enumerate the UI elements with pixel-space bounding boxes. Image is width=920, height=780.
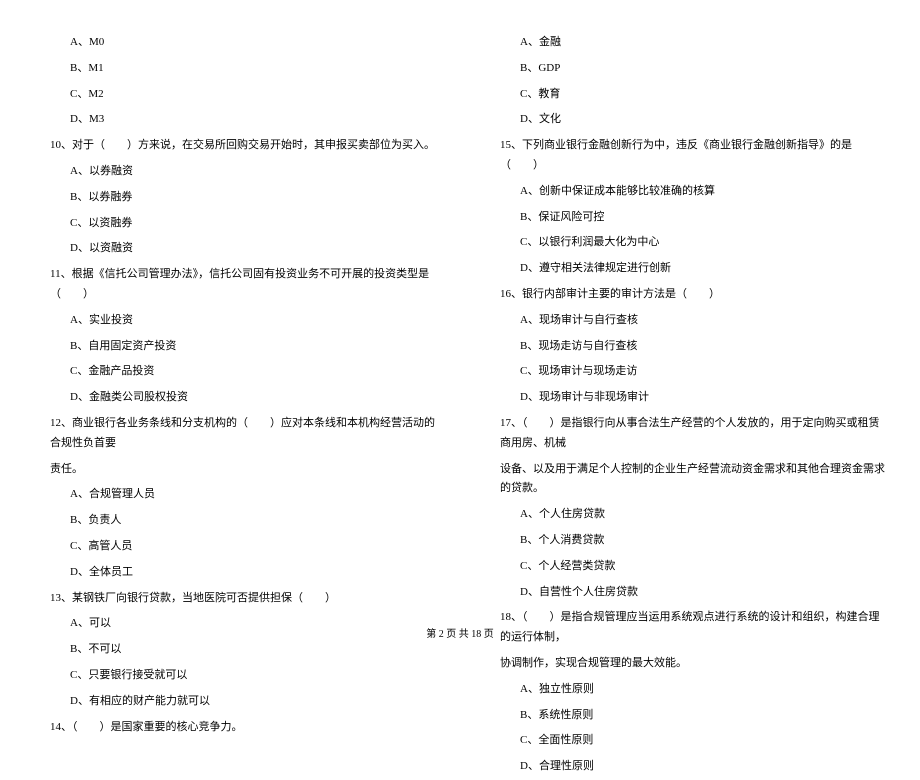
q18-option-d: D、合理性原则 [500, 754, 890, 780]
q16-option-d: D、现场审计与非现场审计 [500, 385, 890, 411]
q12-option-d: D、全体员工 [50, 560, 440, 586]
q18-text-cont: 协调制作，实现合规管理的最大效能。 [500, 651, 890, 677]
q17-text-cont: 设备、以及用于满足个人控制的企业生产经营流动资金需求和其他合理资金需求的贷款。 [500, 457, 890, 503]
q13-text: 13、某钢铁厂向银行贷款，当地医院可否提供担保（ ） [50, 586, 440, 612]
q12-option-b: B、负责人 [50, 508, 440, 534]
q11-text: 11、根据《信托公司管理办法》，信托公司固有投资业务不可开展的投资类型是（ ） [50, 262, 440, 308]
q9-option-a: A、M0 [50, 30, 440, 56]
q18-option-c: C、全面性原则 [500, 728, 890, 754]
q13-option-c: C、只要银行接受就可以 [50, 663, 440, 689]
q11-option-d: D、金融类公司股权投资 [50, 385, 440, 411]
q13-option-d: D、有相应的财产能力就可以 [50, 689, 440, 715]
q16-option-c: C、现场审计与现场走访 [500, 359, 890, 385]
q11-option-c: C、金融产品投资 [50, 359, 440, 385]
q17-option-b: B、个人消费贷款 [500, 528, 890, 554]
q13-option-b: B、不可以 [50, 637, 440, 663]
q15-option-d: D、遵守相关法律规定进行创新 [500, 256, 890, 282]
q12-option-a: A、合规管理人员 [50, 482, 440, 508]
page-container: A、M0 B、M1 C、M2 D、M3 10、对于（ ）方来说，在交易所回购交易… [0, 0, 920, 650]
q11-option-a: A、实业投资 [50, 308, 440, 334]
q18-option-a: A、独立性原则 [500, 677, 890, 703]
q14-option-b: B、GDP [500, 56, 890, 82]
right-column: A、金融 B、GDP C、教育 D、文化 15、下列商业银行金融创新行为中，违反… [470, 30, 920, 620]
q9-option-c: C、M2 [50, 82, 440, 108]
q15-text: 15、下列商业银行金融创新行为中，违反《商业银行金融创新指导》的是（ ） [500, 133, 890, 179]
q15-option-c: C、以银行利润最大化为中心 [500, 230, 890, 256]
q17-option-d: D、自营性个人住房贷款 [500, 580, 890, 606]
q10-option-d: D、以资融资 [50, 236, 440, 262]
q17-text: 17、（ ）是指银行向从事合法生产经营的个人发放的，用于定向购买或租赁商用房、机… [500, 411, 890, 457]
q11-option-b: B、自用固定资产投资 [50, 334, 440, 360]
q9-option-b: B、M1 [50, 56, 440, 82]
q9-option-d: D、M3 [50, 107, 440, 133]
q17-option-c: C、个人经营类贷款 [500, 554, 890, 580]
q14-text: 14、（ ）是国家重要的核心竞争力。 [50, 715, 440, 741]
q16-option-b: B、现场走访与自行查核 [500, 334, 890, 360]
left-column: A、M0 B、M1 C、M2 D、M3 10、对于（ ）方来说，在交易所回购交易… [0, 30, 470, 620]
q10-option-a: A、以券融资 [50, 159, 440, 185]
page-footer: 第 2 页 共 18 页 [0, 625, 920, 640]
q14-option-a: A、金融 [500, 30, 890, 56]
q12-text: 12、商业银行各业务条线和分支机构的（ ）应对本条线和本机构经营活动的合规性负首… [50, 411, 440, 457]
q15-option-b: B、保证风险可控 [500, 205, 890, 231]
q10-text: 10、对于（ ）方来说，在交易所回购交易开始时，其申报买卖部位为买入。 [50, 133, 440, 159]
q12-text-cont: 责任。 [50, 457, 440, 483]
q14-option-c: C、教育 [500, 82, 890, 108]
q17-option-a: A、个人住房贷款 [500, 502, 890, 528]
q16-text: 16、银行内部审计主要的审计方法是（ ） [500, 282, 890, 308]
q12-option-c: C、高管人员 [50, 534, 440, 560]
q10-option-b: B、以券融券 [50, 185, 440, 211]
q10-option-c: C、以资融券 [50, 211, 440, 237]
q16-option-a: A、现场审计与自行查核 [500, 308, 890, 334]
q15-option-a: A、创新中保证成本能够比较准确的核算 [500, 179, 890, 205]
q18-option-b: B、系统性原则 [500, 703, 890, 729]
q14-option-d: D、文化 [500, 107, 890, 133]
